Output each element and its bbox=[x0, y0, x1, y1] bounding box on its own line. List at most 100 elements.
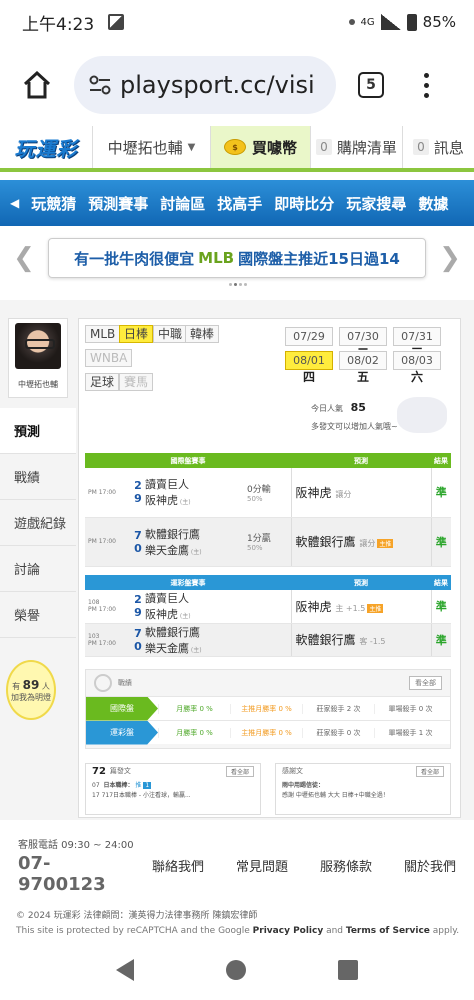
home-icon[interactable] bbox=[22, 71, 52, 99]
post-month: 07 bbox=[92, 782, 100, 789]
record-house: 莊家殺手 2 次 bbox=[302, 703, 374, 714]
league-tab-mlb[interactable]: MLB bbox=[85, 325, 121, 343]
team-pair: 軟體銀行鷹 樂天金鷹 (主) bbox=[145, 517, 247, 567]
lamp-unit: 人 bbox=[41, 681, 50, 691]
league-tab-kbo[interactable]: 韓棒 bbox=[185, 325, 220, 343]
nav-item-guess[interactable]: 玩競猜 bbox=[31, 193, 76, 214]
team-pair: 軟體銀行鷹 樂天金鷹 (主) bbox=[145, 623, 291, 657]
record-label: 運彩盤 bbox=[86, 720, 158, 745]
user-name: 中壢拓也輔 bbox=[107, 138, 183, 157]
thanks-panel: 感謝文 看全部 雨中用踢信徒： 感謝 中壢拓也輔 大大 日棒+中職全過！ bbox=[275, 763, 451, 815]
record-title: 戰績 bbox=[118, 679, 132, 687]
side-item-record[interactable]: 戰績 bbox=[0, 454, 76, 500]
date-tab-0801[interactable]: 08/01 四 bbox=[285, 351, 333, 384]
avatar[interactable]: 中壢拓也輔 bbox=[8, 318, 68, 398]
user-dropdown[interactable]: 中壢拓也輔 ▼ bbox=[92, 126, 210, 168]
follow-lamp-button[interactable]: 有 89 人 加我為明燈 bbox=[6, 660, 56, 720]
side-item-predict[interactable]: 預測 bbox=[0, 408, 76, 454]
network-type: 4G bbox=[360, 16, 375, 28]
recaptcha-notice: This site is protected by reCAPTCHA and … bbox=[16, 926, 460, 936]
post-item[interactable]: 07 日本職棒： 推 1 17 717日本職棒 - 小注看球，輸贏... bbox=[86, 778, 260, 804]
banner-prev-icon[interactable]: ❮ bbox=[0, 243, 48, 273]
clock: 上午4:23 bbox=[22, 14, 95, 35]
message-label: 訊息 bbox=[433, 138, 464, 157]
table-row[interactable]: 108 PM 17:00 29 讀賣巨人 阪神虎 (主) 阪神虎 主 +1.5 主推 … bbox=[85, 590, 451, 624]
copyright: © 2024 玩運彩 法律顧問：漢英得力法律事務所 陳鎮宏律師 bbox=[16, 911, 258, 921]
scroll-left-icon[interactable]: ◀ bbox=[10, 196, 19, 210]
footer-link-terms[interactable]: 服務條款 bbox=[304, 856, 388, 875]
overflow-menu-icon[interactable] bbox=[424, 72, 429, 98]
posts-view-all-button[interactable]: 看全部 bbox=[225, 765, 254, 777]
record-win: 月勝率 0 % bbox=[158, 703, 230, 714]
status-bar: 上午4:23 4G 85% bbox=[0, 0, 474, 44]
side-item-honor[interactable]: 榮譽 bbox=[0, 592, 76, 638]
message-link[interactable]: 0 訊息 bbox=[402, 126, 474, 168]
home-nav-icon[interactable] bbox=[226, 960, 246, 980]
banner-link[interactable]: 有一批牛肉很便宜 MLB 國際盤主推近15日過14 bbox=[48, 238, 426, 278]
record-view-all-button[interactable]: 看全部 bbox=[409, 676, 442, 690]
record-main: 主推月勝率 0 % bbox=[230, 727, 302, 738]
recents-icon[interactable] bbox=[338, 960, 358, 980]
cart-link[interactable]: 0 購牌清單 bbox=[310, 126, 402, 168]
table-row[interactable]: PM 17:00 70 軟體銀行鷹 樂天金鷹 (主) 1分贏 50% 軟體銀行鷹 讓… bbox=[85, 517, 451, 567]
service-phone[interactable]: 07-9700123 bbox=[18, 853, 136, 895]
intl-header-result: 結果 bbox=[431, 453, 451, 468]
nav-item-forum[interactable]: 討論區 bbox=[160, 193, 205, 214]
date-tab-0729[interactable]: 07/29 一 bbox=[285, 327, 333, 360]
signal-icon bbox=[380, 14, 401, 30]
footer-link-about[interactable]: 關於我們 bbox=[388, 856, 472, 875]
league-tab-soccer[interactable]: 足球 bbox=[85, 373, 120, 391]
thanks-item[interactable]: 雨中用踢信徒： 感謝 中壢拓也輔 大大 日棒+中職全過！ bbox=[276, 778, 450, 804]
privacy-policy-link[interactable]: Privacy Policy bbox=[253, 926, 324, 936]
posts-count: 72 bbox=[92, 765, 106, 777]
nav-item-data[interactable]: 數據 bbox=[418, 193, 448, 214]
table-row[interactable]: 103 PM 17:00 70 軟體銀行鷹 樂天金鷹 (主) 軟體銀行鷹 客 -1.… bbox=[85, 623, 451, 657]
record-label: 國際盤 bbox=[86, 696, 158, 721]
result-cell: 準 bbox=[430, 590, 451, 624]
result-cell: 準 bbox=[430, 623, 451, 657]
nav-item-player-search[interactable]: 玩家搜尋 bbox=[346, 193, 406, 214]
back-icon[interactable] bbox=[116, 959, 134, 981]
url-bar[interactable]: playsport.cc/visi bbox=[74, 56, 336, 114]
date-tab-0730[interactable]: 07/30 二 bbox=[339, 327, 387, 360]
popularity-note: 多發文可以增加人氣哦~ bbox=[311, 422, 398, 431]
side-item-game-log[interactable]: 遊戲紀錄 bbox=[0, 500, 76, 546]
nav-item-livescore[interactable]: 即時比分 bbox=[274, 193, 334, 214]
site-settings-icon[interactable] bbox=[88, 74, 112, 96]
date-tab-0803[interactable]: 08/03 六 bbox=[393, 351, 441, 384]
profile-sidebar: 中壢拓也輔 預測 戰績 遊戲紀錄 討論 榮譽 有 89 人 加我為明燈 bbox=[0, 310, 76, 720]
record-row-lottery: 運彩盤 月勝率 0 % 主推月勝率 0 % 莊家殺手 0 次 單場殺手 1 次 bbox=[86, 720, 450, 745]
post-desc: 717日本職棒 - 小注看球，輸贏... bbox=[101, 792, 191, 799]
league-tab-wnba[interactable]: WNBA bbox=[85, 349, 133, 367]
footer-link-contact[interactable]: 聯絡我們 bbox=[136, 856, 220, 875]
table-row[interactable]: PM 17:00 29 讀賣巨人 阪神虎 (主) 0分輸 50% 阪神虎 讓分 準 bbox=[85, 468, 451, 518]
coin-button[interactable]: $ 買噱幣 bbox=[210, 126, 310, 168]
side-item-discuss[interactable]: 討論 bbox=[0, 546, 76, 592]
url-text: playsport.cc/visi bbox=[120, 71, 315, 99]
site-logo[interactable]: 玩運彩 bbox=[0, 126, 92, 168]
banner-text-start: 有一批牛肉很便宜 bbox=[74, 249, 195, 268]
league-tab-horse[interactable]: 賽馬 bbox=[119, 373, 154, 391]
pick-cell: 軟體銀行鷹 讓分 主推 bbox=[290, 517, 431, 567]
side-menu: 預測 戰績 遊戲紀錄 討論 榮譽 bbox=[0, 408, 76, 638]
tab-switcher-button[interactable]: 5 bbox=[358, 72, 384, 98]
date-tab-0802[interactable]: 08/02 五 bbox=[339, 351, 387, 384]
accent-divider bbox=[0, 168, 474, 172]
post-day: 17 bbox=[92, 792, 100, 799]
coin-label: 買噱幣 bbox=[251, 138, 297, 157]
thanks-view-all-button[interactable]: 看全部 bbox=[415, 765, 444, 777]
terms-link[interactable]: Terms of Service bbox=[346, 926, 430, 936]
site-footer: 客服電話 09:30 ~ 24:00 07-9700123 聯絡我們 常見問題 … bbox=[0, 840, 474, 895]
banner-next-icon[interactable]: ❯ bbox=[426, 243, 474, 273]
intl-header-pick: 預測 bbox=[291, 453, 431, 468]
avatar-image bbox=[15, 323, 61, 369]
nav-item-predict[interactable]: 預測賽事 bbox=[88, 193, 148, 214]
battery-level: 85% bbox=[422, 13, 456, 31]
date-tab-0731[interactable]: 07/31 三 bbox=[393, 327, 441, 360]
footer-link-faq[interactable]: 常見問題 bbox=[220, 856, 304, 875]
game-time: PM 17:00 bbox=[85, 468, 131, 518]
league-tab-cpbl[interactable]: 中職 bbox=[153, 325, 188, 343]
posts-panel: 72 篇發文 看全部 07 日本職棒： 推 1 17 717日本職棒 - 小注看球，… bbox=[85, 763, 261, 815]
league-tab-npb[interactable]: 日棒 bbox=[119, 325, 154, 343]
nav-item-experts[interactable]: 找高手 bbox=[217, 193, 262, 214]
